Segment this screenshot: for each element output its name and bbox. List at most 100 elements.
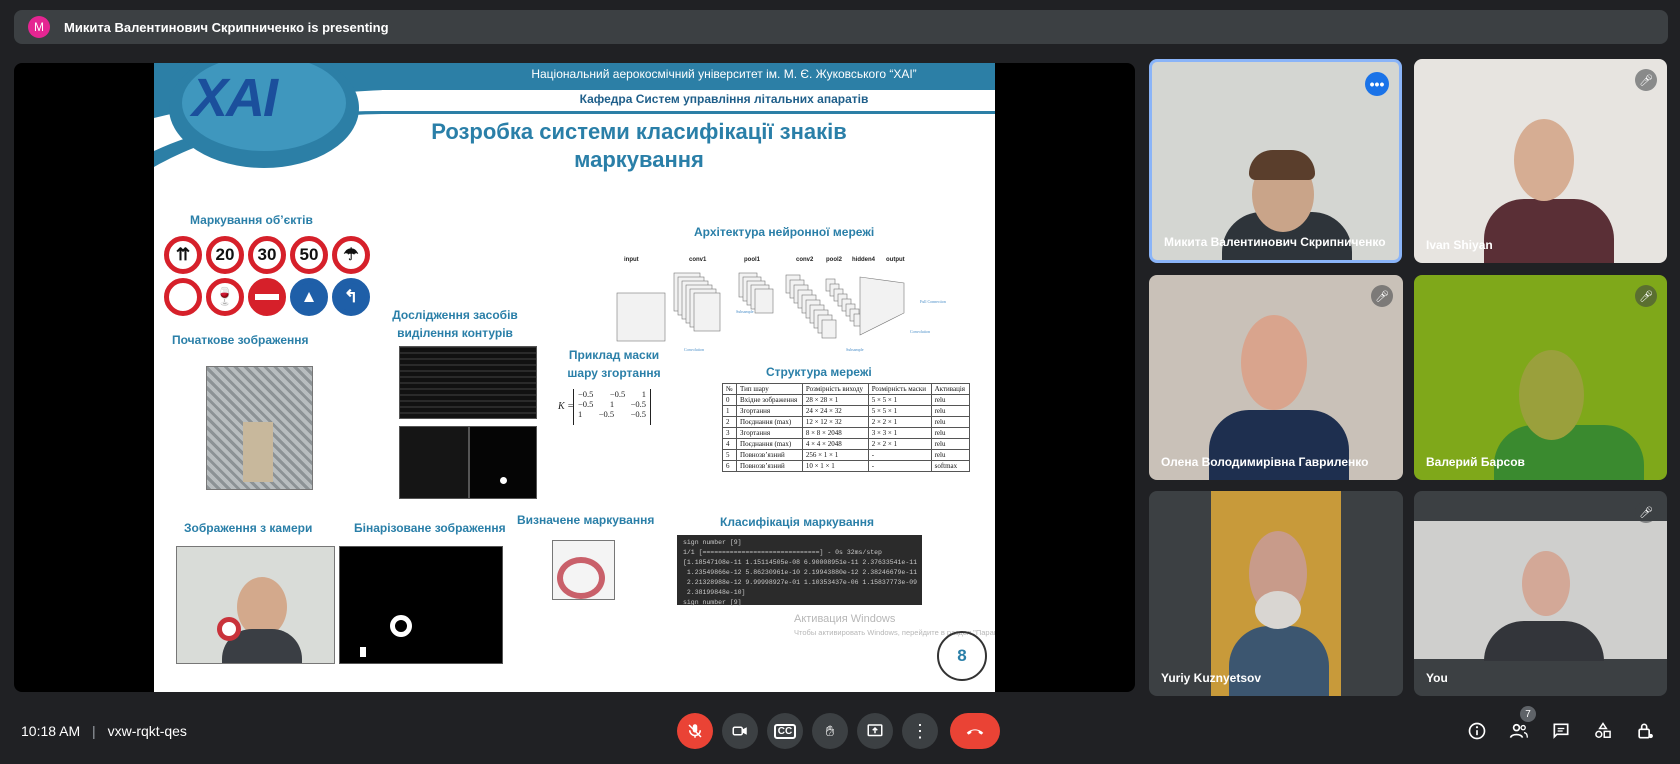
participant-tile-olena[interactable]: 🎤︎ Олена Володимирівна Гавриленко (1149, 275, 1403, 480)
hand-icon: ✋︎ (825, 722, 835, 740)
arch-note-1: Subsample (736, 309, 754, 314)
lock-person-icon (1638, 723, 1653, 739)
presentation-stage[interactable]: ХАІ Національний аерокосмічний університ… (14, 63, 1135, 692)
participant-tile-presenter[interactable]: ••• Микита Валентинович Скрипниченко (1149, 59, 1402, 263)
university-name: Національний аерокосмічний університет і… (531, 67, 917, 81)
sign-turn-left-icon: ↰ (332, 278, 370, 316)
chat-button[interactable] (1548, 718, 1574, 744)
sign-keep-dry-icon: ☂ (332, 236, 370, 274)
participant-name: Ivan Shiyan (1426, 238, 1493, 252)
arch-label-hidden4: hidden4 (852, 257, 876, 263)
presentation-slide: ХАІ Національний аерокосмічний університ… (154, 63, 995, 692)
mic-off-icon: 🎤︎ (1635, 69, 1657, 91)
host-controls-button[interactable] (1632, 718, 1658, 744)
slide-title-line2: маркування (574, 147, 704, 172)
contour-image-1 (399, 346, 537, 419)
arch-note-5: Convolution (910, 329, 930, 334)
arch-label-conv2: conv2 (796, 257, 814, 263)
section-contours-line2: виділення контурів (397, 326, 513, 340)
section-contours-line1: Дослідження засобів (392, 308, 518, 322)
network-structure-table: № Тип шару Розмірність виходу Розмірність м… (721, 383, 971, 472)
people-button[interactable]: 7 (1506, 706, 1536, 744)
arch-label-output: output (886, 257, 905, 263)
activities-button[interactable] (1590, 718, 1616, 744)
binary-image (339, 546, 503, 664)
camera-image (176, 546, 335, 664)
arch-note-2: Convolution (684, 347, 704, 352)
mic-off-icon (688, 724, 702, 738)
arch-note-4: Full Connection (920, 299, 946, 304)
section-detected: Визначене маркування (517, 513, 655, 527)
info-icon (1468, 722, 1486, 740)
more-vertical-icon: ⋮ (911, 720, 929, 741)
table-row: 6 Повнозв’язний 10 × 1 × 1- softmax (721, 460, 971, 472)
network-architecture-diagram: input conv1 pool1 conv2 pool2 hidden4 ou… (616, 257, 946, 352)
presenting-banner: M Микита Валентинович Скрипниченко is pr… (14, 10, 1668, 44)
sign-no-entry (248, 278, 286, 316)
classification-console: sign number [9] 1/1 [===================… (677, 535, 922, 606)
people-count-badge: 7 (1520, 706, 1536, 722)
end-call-icon (966, 729, 984, 735)
participant-name: Микита Валентинович Скрипниченко (1164, 235, 1386, 249)
participant-name: Валерий Барсов (1426, 455, 1525, 469)
university-logo: ХАІ (192, 68, 278, 128)
participant-tile-you[interactable]: 🎤︎ You (1414, 491, 1667, 696)
matrix-label: K = (558, 401, 574, 412)
clock-time: 10:18 AM (21, 723, 81, 739)
presenting-text: Микита Валентинович Скрипниченко is pres… (64, 19, 389, 35)
sign-speed-30: 30 (248, 236, 286, 274)
contour-image-3 (469, 426, 537, 499)
mic-off-icon: 🎤︎ (1635, 285, 1657, 307)
section-architecture: Архітектура нейронної мережі (694, 225, 875, 239)
participant-tile-ivan[interactable]: 🎤︎ Ivan Shiyan (1414, 59, 1667, 263)
arch-note-3: Subsample (846, 347, 864, 352)
present-screen-icon (867, 724, 883, 737)
meeting-controls-bar: 10:18 AM | vxw-rqkt-qes CC ✋︎ ⋮ 7 (0, 700, 1680, 764)
table-row: 5 Повнозв’язний 256 × 1 × 1- relu (721, 449, 971, 461)
video-camera-icon (732, 726, 747, 736)
more-options-button[interactable]: ⋮ (902, 713, 938, 749)
table-header-row: № Тип шару Розмірність виходу Розмірність м… (721, 383, 971, 395)
section-initial-image: Початкове зображення (172, 333, 309, 347)
sign-this-way-up: ⇈ (164, 236, 202, 274)
present-screen-button[interactable] (857, 713, 893, 749)
section-marking: Маркування об’єктів (190, 213, 313, 227)
captions-button[interactable]: CC (767, 713, 803, 749)
mic-off-icon: 🎤︎ (1635, 501, 1657, 523)
sign-speed-50: 50 (290, 236, 328, 274)
meeting-code: vxw-rqkt-qes (107, 723, 187, 739)
mask-matrix: −0.5 −0.5 1 −0.5 1 −0.5 1 −0.5 −0.5 (573, 389, 651, 425)
slide-page-number: 8 (937, 631, 987, 681)
meeting-details-button[interactable] (1464, 718, 1490, 744)
captions-icon: CC (773, 723, 797, 739)
windows-watermark-title: Активация Windows (794, 613, 896, 625)
section-mask-line1: Приклад маски (568, 348, 660, 362)
section-camera: Зображення з камери (184, 521, 313, 535)
people-icon (1509, 723, 1528, 738)
presenter-avatar: M (28, 16, 50, 38)
microphone-off-button[interactable] (677, 713, 713, 749)
participant-tile-yuriy[interactable]: Yuriy Kuznyetsov (1149, 491, 1403, 696)
table-row: 2 Поєднання (max) 12 × 12 × 32 2 × 2 × 1 rel… (721, 416, 971, 428)
participant-name: Олена Володимирівна Гавриленко (1161, 455, 1369, 469)
camera-button[interactable] (722, 713, 758, 749)
section-structure: Структура мережі (766, 365, 872, 379)
slide-title-line1: Розробка системи класифікації знаків (431, 119, 847, 144)
chat-icon (1553, 723, 1569, 739)
arch-label-input: input (624, 257, 639, 263)
leave-call-button[interactable] (950, 713, 1000, 749)
raise-hand-button[interactable]: ✋︎ (812, 713, 848, 749)
contour-image-2 (399, 426, 469, 499)
activities-shapes-icon (1595, 722, 1611, 738)
more-options-icon[interactable]: ••• (1365, 72, 1389, 96)
department-name: Кафедра Систем управління літальних апар… (579, 92, 869, 106)
section-classification: Класифікація маркування (720, 515, 875, 529)
detected-sign-image (552, 540, 615, 600)
participant-name: Yuriy Kuznyetsov (1161, 671, 1262, 685)
sign-triangle-icon: ▲ (290, 278, 328, 316)
table-row: 3 Згортання 8 × 8 × 2048 3 × 3 × 1 relu (721, 427, 971, 439)
sign-fragile-icon: 🍷 (206, 278, 244, 316)
section-mask-line2: шару згортання (567, 366, 661, 380)
participant-name: You (1426, 671, 1448, 685)
participant-tile-valeriy[interactable]: 🎤︎ Валерий Барсов (1414, 275, 1667, 480)
